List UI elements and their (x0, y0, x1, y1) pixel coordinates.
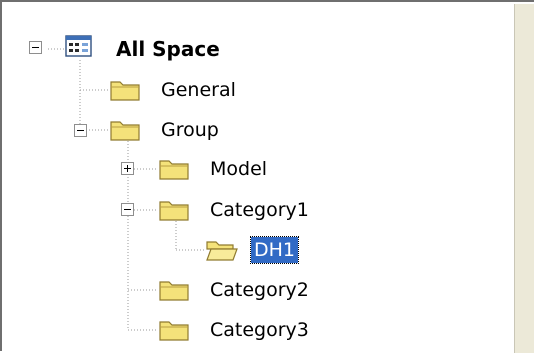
folder-icon (110, 121, 140, 141)
folder-icon (159, 160, 189, 180)
tree-node-category1[interactable]: Category1 (209, 197, 310, 223)
folder-open-icon (206, 241, 238, 261)
folder-icon (159, 201, 189, 221)
tree-node-group[interactable]: Group (160, 117, 220, 143)
vertical-scrollbar[interactable] (514, 4, 534, 353)
expand-toggle-category1[interactable] (121, 203, 134, 216)
folder-icon (159, 321, 189, 341)
tree-view[interactable]: All Space General Group Model Category1 … (0, 0, 534, 353)
tree-node-category3[interactable]: Category3 (209, 317, 310, 343)
space-grid-icon (65, 35, 92, 57)
tree-node-general[interactable]: General (160, 77, 237, 103)
expand-toggle-all-space[interactable] (29, 41, 42, 54)
tree-node-category2[interactable]: Category2 (209, 277, 310, 303)
folder-icon (159, 281, 189, 301)
folder-icon (110, 81, 140, 101)
tree-node-dh1[interactable]: DH1 (249, 236, 300, 264)
expand-toggle-model[interactable] (121, 162, 134, 175)
tree-node-all-space[interactable]: All Space (115, 36, 221, 62)
expand-toggle-group[interactable] (74, 124, 87, 137)
tree-node-model[interactable]: Model (209, 156, 268, 182)
